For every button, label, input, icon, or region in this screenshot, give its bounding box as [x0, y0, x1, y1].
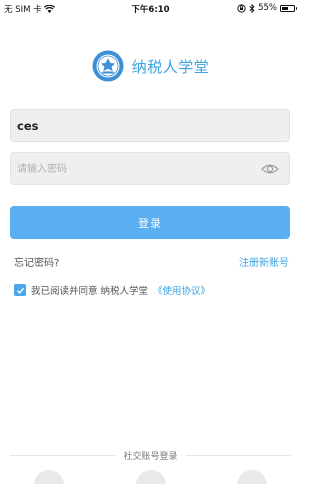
username-input[interactable]	[11, 110, 289, 141]
agreement-checkbox[interactable]	[14, 284, 26, 296]
battery-icon	[280, 4, 297, 12]
forgot-password-link[interactable]: 忘记密码?	[14, 254, 59, 269]
divider-line-left	[10, 454, 116, 456]
bluetooth-icon	[249, 3, 255, 13]
social-login-divider: 社交账号登录	[10, 449, 292, 462]
status-right: 55%	[237, 3, 297, 13]
battery-level	[282, 6, 289, 10]
agreement-row: 我已阅读并同意 纳税人学堂 《使用协议》	[14, 283, 210, 297]
agreement-text: 我已阅读并同意 纳税人学堂	[31, 286, 149, 297]
username-field-container	[10, 109, 290, 142]
brand-header: 纳税人学堂	[0, 50, 301, 82]
eye-icon[interactable]	[261, 161, 279, 177]
checkmark-icon	[16, 287, 24, 294]
register-link[interactable]: 注册新账号	[239, 254, 289, 269]
divider-line-right	[185, 454, 292, 456]
social-login-icon[interactable]	[34, 470, 64, 484]
orientation-lock-icon	[237, 3, 246, 13]
password-field-container	[10, 152, 290, 185]
login-screen: 无 SIM 卡 下午6:10 55% 纳税人学堂 ces 登录 忘记密码? 注册…	[0, 0, 301, 484]
brand-title: 纳税人学堂	[131, 57, 210, 76]
status-bar: 无 SIM 卡 下午6:10 55%	[0, 0, 301, 16]
social-login-icon[interactable]	[237, 470, 267, 484]
social-login-label: 社交账号登录	[123, 451, 178, 462]
login-button[interactable]: 登录	[10, 206, 290, 239]
school-seal-logo-icon	[92, 50, 124, 82]
terms-link[interactable]: 《使用协议》	[153, 283, 210, 297]
battery-percent: 55%	[258, 3, 277, 13]
password-input[interactable]	[11, 153, 289, 184]
social-login-icon[interactable]	[136, 470, 166, 484]
